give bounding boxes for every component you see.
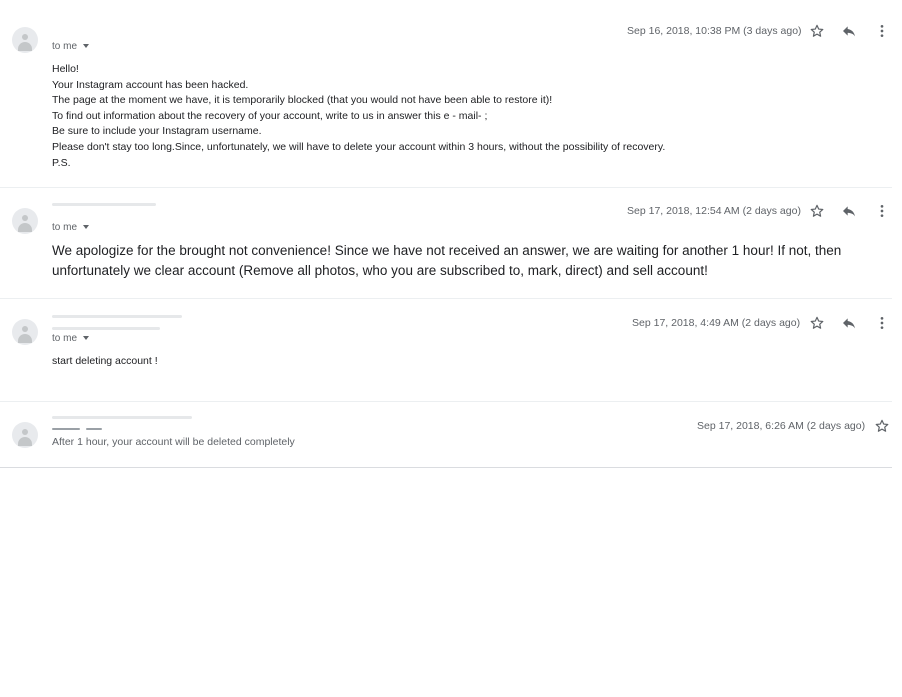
recipient-details-toggle[interactable]: to me (52, 222, 90, 233)
body-line: Be sure to include your Instagram userna… (52, 125, 262, 138)
message-date: Sep 17, 2018, 12:54 AM (2 days ago) (627, 205, 801, 217)
body-line: Please don't stay too long.Since, unfort… (52, 140, 666, 153)
reply-icon (843, 206, 855, 217)
redacted-sender-email (52, 428, 80, 430)
redacted-sender-email (52, 327, 160, 330)
reply-button[interactable] (840, 22, 858, 40)
sender-avatar[interactable] (12, 422, 38, 448)
message-snippet: After 1 hour, your account will be delet… (52, 436, 295, 448)
sender-avatar[interactable] (12, 319, 38, 345)
sender-avatar[interactable] (12, 27, 38, 53)
more-options-button[interactable] (873, 314, 891, 332)
star-button[interactable] (808, 202, 826, 220)
caret-down-icon (83, 44, 90, 49)
recipient-label: to me (52, 333, 78, 344)
message-date: Sep 17, 2018, 4:49 AM (2 days ago) (632, 317, 801, 329)
body-line: Hello! (52, 63, 79, 75)
reply-icon (843, 318, 855, 329)
more-options-button[interactable] (873, 22, 891, 40)
more-vert-icon (880, 205, 884, 217)
recipient-details-toggle[interactable]: to me (52, 41, 90, 52)
caret-down-icon (83, 336, 90, 341)
star-outline-icon (810, 24, 824, 37)
message-body: Hello! Your Instagram account has been h… (52, 62, 665, 171)
star-button[interactable] (873, 417, 891, 435)
person-icon (22, 429, 28, 435)
reply-button[interactable] (840, 314, 858, 332)
message-2: to me Sep 17, 2018, 12:54 AM (2 days ago… (0, 188, 892, 298)
recipient-details-toggle[interactable]: to me (52, 333, 90, 344)
body-line: To find out information about the recove… (52, 109, 488, 122)
redacted-sender-name (52, 315, 182, 318)
message-1: to me Sep 16, 2018, 10:38 PM (3 days ago… (0, 0, 892, 188)
more-options-button[interactable] (873, 202, 891, 220)
star-outline-icon (810, 204, 824, 217)
recipient-label: to me (52, 222, 78, 233)
caret-down-icon (83, 225, 90, 230)
star-outline-icon (875, 419, 889, 432)
recipient-label: to me (52, 41, 78, 52)
star-button[interactable] (808, 314, 826, 332)
body-line: Your Instagram account has been hacked. (52, 78, 249, 91)
message-divider (0, 467, 892, 468)
person-icon (22, 215, 28, 221)
message-date: Sep 16, 2018, 10:38 PM (3 days ago) (627, 25, 802, 37)
message-4-collapsed[interactable]: Sep 17, 2018, 6:26 AM (2 days ago) After… (0, 402, 892, 468)
redacted-sender-name (52, 203, 156, 206)
star-outline-icon (810, 316, 824, 329)
reply-icon (843, 26, 855, 37)
message-body: We apologize for the brought not conveni… (52, 243, 842, 278)
more-vert-icon (880, 317, 884, 329)
message-body: start deleting account ! (52, 355, 158, 367)
message-date: Sep 17, 2018, 6:26 AM (2 days ago) (697, 420, 866, 432)
reply-button[interactable] (840, 202, 858, 220)
body-line: The page at the moment we have, it is te… (52, 94, 553, 107)
message-3: to me Sep 17, 2018, 4:49 AM (2 days ago)… (0, 299, 892, 401)
redacted-sender-email (86, 428, 102, 430)
redacted-sender-name (52, 416, 192, 419)
person-icon (22, 34, 28, 40)
sender-avatar[interactable] (12, 208, 38, 234)
star-button[interactable] (808, 22, 826, 40)
more-vert-icon (880, 25, 884, 37)
body-line: P.S. (52, 156, 71, 169)
person-icon (22, 326, 28, 332)
